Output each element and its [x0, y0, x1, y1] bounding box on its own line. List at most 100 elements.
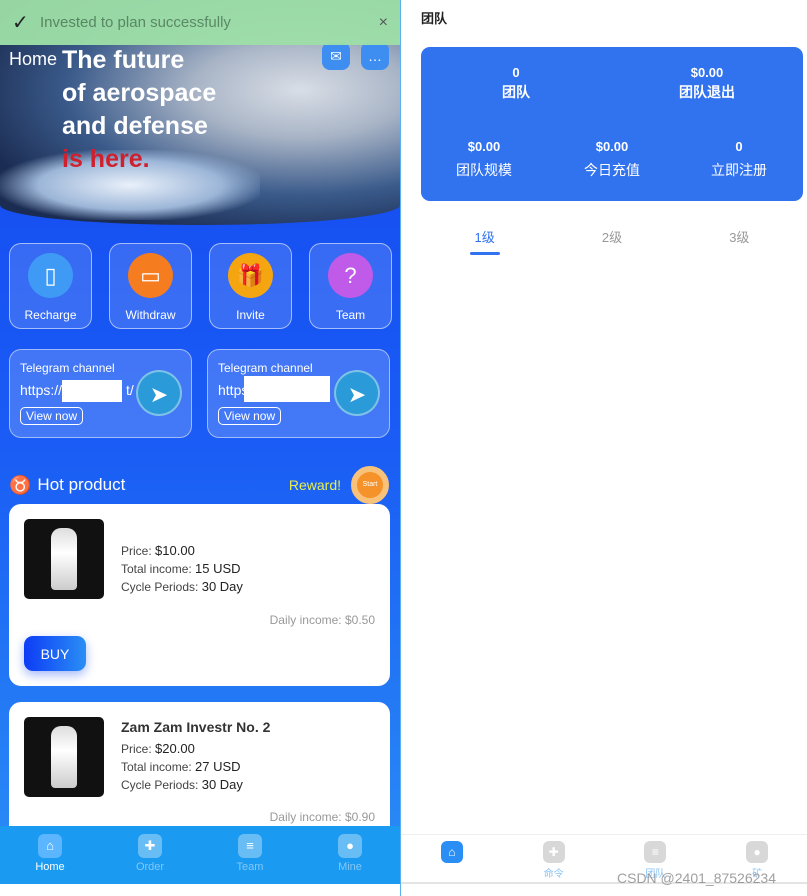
page-title: 团队 [421, 11, 448, 26]
telegram-card[interactable]: Telegram channel https://t/ View now ➤ [9, 349, 192, 438]
product-info: Price: $10.00 Total income: 15 USD Cycle… [121, 542, 243, 596]
slogan-line: of aerospace [62, 79, 217, 107]
reward-wheel-icon[interactable]: Start [351, 466, 389, 504]
redaction [244, 376, 330, 402]
stat-value: $0.00 [467, 139, 501, 154]
close-icon[interactable]: × [379, 14, 388, 32]
slogan-line: is here. [62, 145, 150, 173]
total-income: 27 USD [195, 759, 241, 774]
nav-label: 命令 [543, 869, 564, 880]
telegram-icon: ➤ [136, 370, 182, 416]
action-label: Withdraw [125, 308, 176, 322]
reward-link[interactable]: Reward! [289, 477, 341, 493]
tab-level-2[interactable]: 2级 [548, 227, 675, 255]
nav-mine[interactable]: ● Mine [300, 826, 400, 884]
home-screen: Home The future of aerospace and defense… [0, 0, 400, 884]
stat-value: 0 [512, 65, 520, 80]
tab-level-3[interactable]: 3级 [676, 227, 803, 255]
home-title: Home [9, 49, 58, 69]
price: $20.00 [155, 741, 195, 756]
gift-icon: 🎁 [228, 253, 273, 298]
action-invite[interactable]: 🎁 Invite [209, 243, 292, 329]
level-tabs: 1级 2级 3级 [421, 227, 803, 255]
success-toast: ✓ Invested to plan successfully × [0, 0, 400, 45]
label: Cycle Periods: [121, 580, 199, 594]
stat-label: 立即注册 [711, 162, 767, 178]
cycle: 30 Day [201, 777, 243, 792]
buy-button[interactable]: BUY [24, 636, 86, 671]
daily-income: Daily income: $0.90 [269, 810, 375, 824]
nav-label: Order [135, 861, 165, 873]
label: Total income: [121, 562, 192, 576]
stat-label: 团队 [502, 84, 530, 100]
stat-team-count: 0 团队 [456, 65, 576, 102]
tab-level-1[interactable]: 1级 [421, 227, 548, 255]
user-icon: ● [746, 841, 769, 863]
action-label: Team [335, 308, 366, 322]
team-stats-card: 0 团队 $0.00 团队退出 $0.00 团队规模 $0.00 今日充值 0 立即注册 [421, 47, 803, 201]
slogan-line: The future [62, 46, 185, 74]
product-name: Zam Zam Investr No. 2 [121, 719, 271, 735]
mail-icon[interactable]: ✉ [322, 42, 350, 70]
view-now-button[interactable]: View now [20, 407, 84, 425]
nav-home[interactable]: ⌂ Home [0, 826, 100, 884]
phone-icon: ▯ [28, 253, 73, 298]
view-now-button[interactable]: View now [218, 407, 282, 425]
telegram-card[interactable]: Telegram channel https View now ➤ [207, 349, 390, 438]
action-recharge[interactable]: ▯ Recharge [9, 243, 92, 329]
url-text: https:// [20, 382, 63, 398]
home-icon: ⌂ [440, 841, 463, 863]
bottom-nav: ⌂ Home ✚ Order ≡ Team ● Mine [0, 826, 400, 884]
order-icon: ✚ [138, 834, 162, 858]
order-icon: ✚ [542, 841, 565, 863]
medal-icon: ♉ [9, 474, 32, 495]
team-icon: ≡ [238, 834, 262, 858]
chat-icon[interactable]: … [361, 42, 389, 70]
hot-product-header: ♉ Hot product Reward! Start [9, 466, 389, 504]
nav-team[interactable]: ≡ Team [200, 826, 300, 884]
action-label: Invite [236, 308, 265, 322]
stat-label: 团队退出 [679, 84, 735, 100]
action-withdraw[interactable]: ▭ Withdraw [109, 243, 192, 329]
toast-message: Invested to plan successfully [40, 14, 231, 31]
url-tail: t/ [126, 382, 134, 398]
telegram-icon: ➤ [334, 370, 380, 416]
team-icon: ≡ [644, 841, 667, 863]
nav-order[interactable]: ✚ 命令 [503, 835, 605, 882]
stat-team-size: $0.00 团队规模 [424, 139, 544, 180]
question-chat-icon: ? [328, 253, 373, 298]
stat-label: 团队规模 [456, 162, 512, 178]
product-image [24, 717, 104, 797]
label: Total income: [121, 760, 192, 774]
product-card: Price: $10.00 Total income: 15 USD Cycle… [9, 504, 390, 686]
nav-label: Home [35, 861, 65, 873]
stat-value: $0.00 [595, 139, 629, 154]
banner-slogan: The future of aerospace and defense is h… [62, 44, 216, 176]
stat-label: 今日充值 [584, 162, 640, 178]
action-label: Recharge [24, 308, 77, 322]
product-image [24, 519, 104, 599]
nav-label: Team [236, 861, 264, 873]
stat-today-recharge: $0.00 今日充值 [552, 139, 672, 180]
stat-value: $0.00 [690, 65, 724, 80]
product-card: Zam Zam Investr No. 2 Price: $20.00 Tota… [9, 702, 390, 842]
check-icon: ✓ [12, 12, 29, 34]
nav-order[interactable]: ✚ Order [100, 826, 200, 884]
watermark: CSDN @2401_87526234 [617, 870, 776, 886]
label: Price: [121, 742, 152, 756]
quick-actions: ▯ Recharge ▭ Withdraw 🎁 Invite ? Team [9, 243, 392, 329]
cycle: 30 Day [201, 579, 243, 594]
slogan-line: and defense [62, 112, 208, 140]
nav-home[interactable]: ⌂ [401, 835, 503, 882]
total-income: 15 USD [195, 561, 241, 576]
stat-register: 0 立即注册 [679, 139, 799, 180]
wallet-icon: ▭ [128, 253, 173, 298]
price: $10.00 [155, 543, 195, 558]
label: Price: [121, 544, 152, 558]
user-icon: ● [338, 834, 362, 858]
action-team[interactable]: ? Team [309, 243, 392, 329]
product-info: Zam Zam Investr No. 2 Price: $20.00 Tota… [121, 719, 270, 794]
stat-team-withdraw: $0.00 团队退出 [647, 65, 767, 102]
team-screen: 团队 0 团队 $0.00 团队退出 $0.00 团队规模 $0.00 今日充值 0 立即… [400, 0, 807, 896]
redaction [62, 380, 122, 402]
